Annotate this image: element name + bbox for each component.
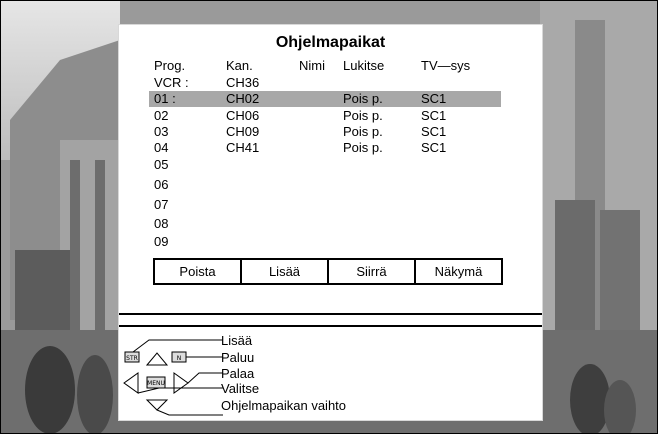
help-valitse: Valitse bbox=[221, 381, 260, 396]
help-ohjelmapaikan-vaihto: Ohjelmapaikan vaihto bbox=[221, 398, 347, 413]
row-prog: 09 bbox=[154, 234, 169, 249]
row-kan: CH06 bbox=[226, 108, 260, 123]
remote-keys-diagram: STR N MENU bbox=[123, 339, 223, 416]
header-kan: Kan. bbox=[226, 58, 253, 73]
row-prog: 08 bbox=[154, 216, 169, 231]
help-lisaa: Lisää bbox=[221, 333, 253, 348]
channel-row-03[interactable]: 03 CH09 Pois p. SC1 bbox=[119, 124, 542, 140]
header-prog: Prog. bbox=[154, 58, 186, 73]
row-kan: CH09 bbox=[226, 124, 260, 139]
help-palaa: Palaa bbox=[221, 366, 255, 381]
channel-row-09[interactable]: 09 bbox=[119, 234, 542, 250]
row-lukitse: Pois p. bbox=[343, 124, 383, 139]
row-prog: VCR : bbox=[154, 75, 189, 90]
n-key-label: N bbox=[177, 355, 182, 362]
row-kan: CH41 bbox=[226, 140, 260, 155]
row-lukitse: Pois p. bbox=[343, 91, 383, 106]
row-lukitse: Pois p. bbox=[343, 140, 383, 155]
channel-row-01-selected[interactable]: 01 : CH02 Pois p. SC1 bbox=[149, 91, 501, 107]
header-nimi: Nimi bbox=[299, 58, 325, 73]
row-tvsys: SC1 bbox=[421, 140, 447, 155]
str-key-label: STR bbox=[126, 355, 138, 362]
row-prog: 05 bbox=[154, 157, 169, 172]
channel-row-07[interactable]: 07 bbox=[119, 197, 542, 213]
channel-list-menu: Ohjelmapaikat Prog. Kan. Nimi Lukitse TV… bbox=[119, 25, 542, 420]
tv-screen: Ohjelmapaikat Prog. Kan. Nimi Lukitse TV… bbox=[0, 0, 658, 434]
remote-key-guide: STR N MENU Lisää Paluu Palaa Valitse Ohj… bbox=[119, 330, 542, 420]
down-arrow-icon bbox=[145, 399, 169, 411]
header-lukitse: Lukitse bbox=[343, 58, 385, 73]
row-prog: 04 bbox=[154, 140, 169, 155]
row-tvsys: SC1 bbox=[421, 91, 447, 106]
menu-key-label: MENU bbox=[147, 380, 165, 387]
channel-row-05[interactable]: 05 bbox=[119, 157, 542, 173]
row-tvsys: SC1 bbox=[421, 124, 447, 139]
siirra-button[interactable]: Siirrä bbox=[329, 260, 416, 283]
left-arrow-icon bbox=[123, 372, 139, 394]
channel-row-08[interactable]: 08 bbox=[119, 216, 542, 232]
column-headers: Prog. Kan. Nimi Lukitse TV—sys bbox=[119, 58, 542, 74]
poista-button[interactable]: Poista bbox=[155, 260, 242, 283]
row-prog: 03 bbox=[154, 124, 169, 139]
row-tvsys: SC1 bbox=[421, 108, 447, 123]
row-prog: 06 bbox=[154, 177, 169, 192]
channel-row-06[interactable]: 06 bbox=[119, 177, 542, 193]
row-prog: 01 : bbox=[154, 91, 176, 106]
header-tvsys: TV—sys bbox=[421, 58, 471, 73]
help-paluu: Paluu bbox=[221, 350, 255, 365]
menu-title: Ohjelmapaikat bbox=[275, 34, 386, 51]
row-prog: 07 bbox=[154, 197, 169, 212]
row-lukitse: Pois p. bbox=[343, 108, 383, 123]
channel-row-04[interactable]: 04 CH41 Pois p. SC1 bbox=[119, 140, 542, 156]
row-prog: 02 bbox=[154, 108, 169, 123]
row-kan: CH02 bbox=[226, 91, 260, 106]
channel-row-02[interactable]: 02 CH06 Pois p. SC1 bbox=[119, 108, 542, 124]
channel-row-vcr[interactable]: VCR : CH36 bbox=[119, 75, 542, 91]
nakyma-button[interactable]: Näkymä bbox=[416, 260, 501, 283]
row-kan: CH36 bbox=[226, 75, 260, 90]
right-arrow-icon bbox=[173, 372, 189, 394]
up-arrow-icon bbox=[145, 352, 169, 366]
divider bbox=[119, 325, 542, 327]
divider bbox=[119, 313, 542, 315]
lisaa-button[interactable]: Lisää bbox=[242, 260, 329, 283]
action-button-bar: Poista Lisää Siirrä Näkymä bbox=[153, 258, 503, 285]
